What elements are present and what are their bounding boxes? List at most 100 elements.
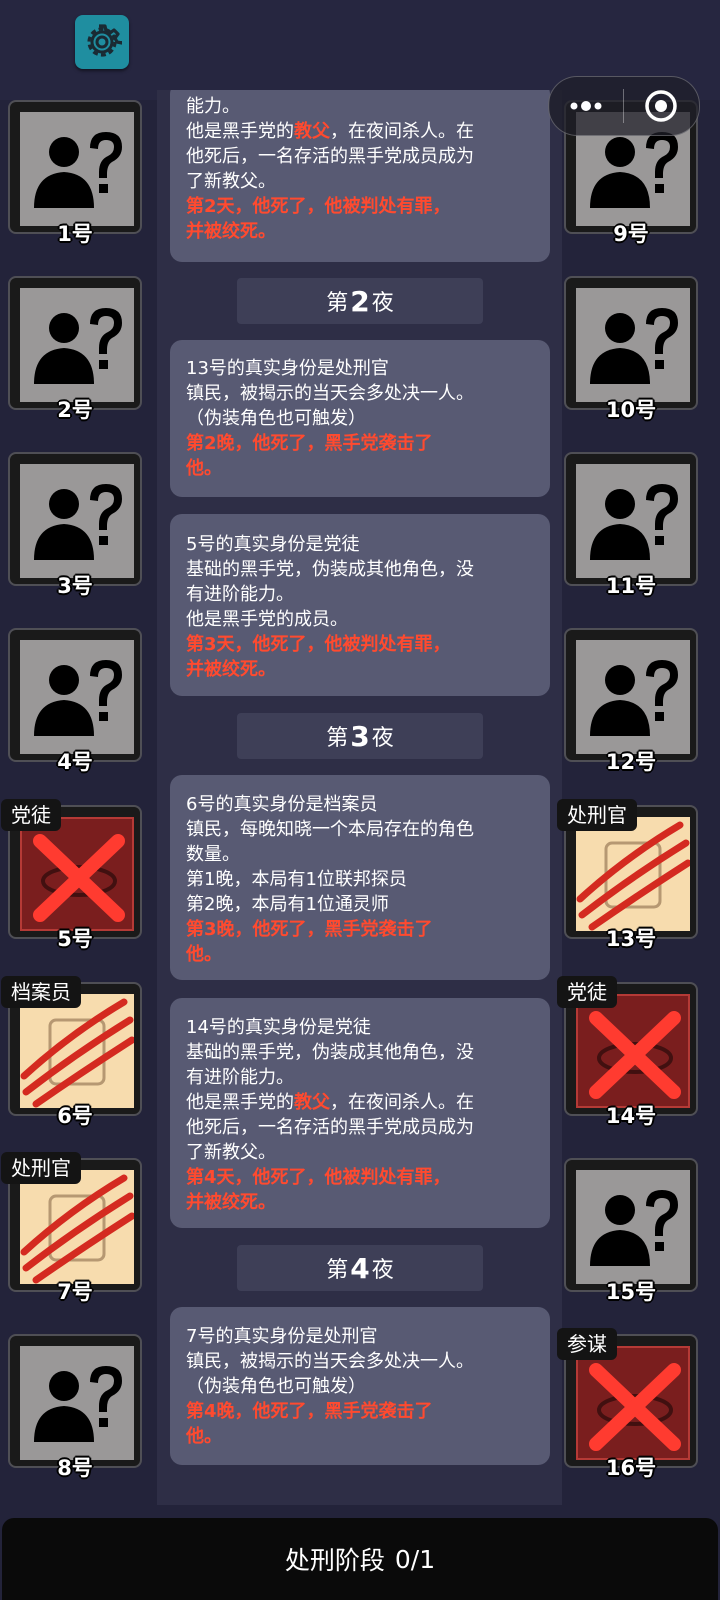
settings-button[interactable] — [75, 15, 129, 69]
log-line: 他死后，一名存活的黑手党成员成为 — [186, 146, 474, 167]
death-line: 第4天，他死了，他被判处有罪， — [186, 1167, 451, 1188]
log-line: 镇民，每晚知晓一个本局存在的角色 — [186, 819, 474, 840]
log-line: 第1晚，本局有1位联邦探员 — [186, 869, 407, 890]
log-card: 13号的真实身份是处刑官 镇民，被揭示的当天会多处决一人。 （伪装角色也可触发）… — [170, 340, 550, 497]
player-slot[interactable]: 11号 — [564, 452, 704, 598]
player-number: 16号 — [605, 1456, 657, 1480]
player-frame — [8, 276, 142, 410]
death-line: 第4晚，他死了，黑手党袭击了 — [186, 1401, 433, 1422]
player-frame — [8, 1334, 142, 1468]
unknown-player-icon — [34, 132, 122, 208]
unknown-player-icon — [590, 1190, 678, 1266]
target-circle-icon — [645, 90, 677, 122]
role-badge: 处刑官 — [1, 1152, 81, 1184]
more-button[interactable] — [549, 77, 623, 135]
player-slot[interactable]: 5号 党徒 — [1, 799, 148, 951]
vote-count: 0/1 — [394, 1544, 436, 1574]
player-slot[interactable]: 14号 党徒 — [557, 976, 704, 1128]
night-header: 第2夜 — [237, 278, 483, 324]
player-frame — [564, 452, 698, 586]
player-portrait — [576, 464, 690, 578]
phase-label: 处刑阶段 — [284, 1546, 385, 1575]
game-log-panel[interactable]: 能力。 他是黑手党的教父，在夜间杀人。在 他死后，一名存活的黑手党成员成为 了新… — [157, 90, 562, 1505]
log-line: 了新教父。 — [186, 1142, 276, 1163]
death-line: 第3晚，他死了，黑手党袭击了 — [186, 919, 433, 940]
player-number: 5号 — [57, 927, 93, 951]
log-line: 他是黑手党的教父，在夜间杀人。在 — [186, 121, 474, 142]
role-badge: 参谋 — [557, 1328, 617, 1360]
log-card: 6号的真实身份是档案员 镇民，每晚知晓一个本局存在的角色 数量。 第1晚，本局有… — [170, 775, 550, 980]
log-line: 他是黑手党的教父，在夜间杀人。在 — [186, 1092, 474, 1113]
unknown-player-icon — [34, 660, 122, 736]
death-line: 并被绞死。 — [186, 659, 276, 680]
player-number: 14号 — [605, 1104, 657, 1128]
player-slot[interactable]: 2号 — [8, 276, 148, 422]
player-portrait — [576, 1170, 690, 1284]
player-slot[interactable]: 1号 — [8, 100, 148, 246]
log-card: 能力。 他是黑手党的教父，在夜间杀人。在 他死后，一名存活的黑手党成员成为 了新… — [170, 90, 550, 262]
player-number: 6号 — [57, 1104, 93, 1128]
player-number: 12号 — [605, 750, 657, 774]
player-frame — [564, 1158, 698, 1292]
unknown-player-icon — [590, 660, 678, 736]
player-slot[interactable]: 7号 处刑官 — [1, 1152, 148, 1304]
claw-slash-icon — [20, 1174, 134, 1284]
player-portrait — [20, 464, 134, 578]
player-portrait — [20, 640, 134, 754]
role-badge: 处刑官 — [557, 799, 637, 831]
player-number: 15号 — [605, 1280, 657, 1304]
unknown-player-icon — [34, 308, 122, 384]
log-card: 14号的真实身份是党徒 基础的黑手党，伪装成其他角色，没 有进阶能力。 他是黑手… — [170, 998, 550, 1228]
log-line: 基础的黑手党，伪装成其他角色，没 — [186, 1042, 474, 1063]
role-badge: 党徒 — [1, 799, 61, 831]
player-portrait — [576, 288, 690, 402]
player-number: 8号 — [57, 1456, 93, 1480]
log-line: 了新教父。 — [186, 171, 276, 192]
miniprogram-capsule — [548, 76, 700, 136]
death-line: 他。 — [186, 944, 222, 965]
night-header: 第4夜 — [237, 1245, 483, 1291]
close-button[interactable] — [624, 77, 698, 135]
player-portrait — [576, 1346, 690, 1460]
player-slot[interactable]: 3号 — [8, 452, 148, 598]
player-number: 2号 — [57, 398, 93, 422]
player-slot[interactable]: 4号 — [8, 628, 148, 774]
log-card: 5号的真实身份是党徒 基础的黑手党，伪装成其他角色，没 有进阶能力。 他是黑手党… — [170, 514, 550, 696]
player-frame — [8, 628, 142, 762]
player-portrait — [20, 288, 134, 402]
player-number: 9号 — [613, 222, 649, 246]
log-line: 他死后，一名存活的黑手党成员成为 — [186, 1117, 474, 1138]
death-line: 第3天，他死了，他被判处有罪， — [186, 634, 451, 655]
log-line: 镇民，被揭示的当天会多处决一人。 — [186, 1351, 474, 1372]
eliminated-x-icon — [589, 1363, 681, 1451]
player-slot[interactable]: 6号 档案员 — [1, 976, 148, 1128]
unknown-player-icon — [590, 484, 678, 560]
role-badge: 党徒 — [557, 976, 617, 1008]
player-frame — [8, 452, 142, 586]
death-line: 他。 — [186, 458, 222, 479]
player-slot[interactable]: 8号 — [8, 1334, 148, 1480]
player-slot[interactable]: 12号 — [564, 628, 704, 774]
log-line: （伪装角色也可触发） — [186, 408, 366, 429]
log-line: 能力。 — [186, 96, 240, 117]
log-line: 有进阶能力。 — [186, 1067, 294, 1088]
player-number: 1号 — [57, 222, 93, 246]
night-header: 第3夜 — [237, 713, 483, 759]
log-line: 有进阶能力。 — [186, 584, 294, 605]
log-line: 14号的真实身份是党徒 — [186, 1017, 371, 1038]
more-dots-icon — [570, 101, 602, 111]
log-card: 7号的真实身份是处刑官 镇民，被揭示的当天会多处决一人。 （伪装角色也可触发） … — [170, 1307, 550, 1465]
player-portrait — [20, 817, 134, 931]
death-line: 并被绞死。 — [186, 221, 276, 242]
player-portrait — [20, 994, 134, 1108]
death-line: 他。 — [186, 1426, 222, 1447]
player-slot[interactable]: 15号 — [564, 1158, 704, 1304]
player-slot[interactable]: 10号 — [564, 276, 704, 422]
player-slot[interactable]: 16号 参谋 — [557, 1328, 704, 1480]
claw-slash-icon — [20, 998, 134, 1108]
death-line: 第2晚，他死了，黑手党袭击了 — [186, 433, 433, 454]
player-slot[interactable]: 13号 处刑官 — [557, 799, 704, 951]
gear-icon — [87, 24, 122, 57]
player-portrait — [576, 640, 690, 754]
player-frame — [8, 100, 142, 234]
